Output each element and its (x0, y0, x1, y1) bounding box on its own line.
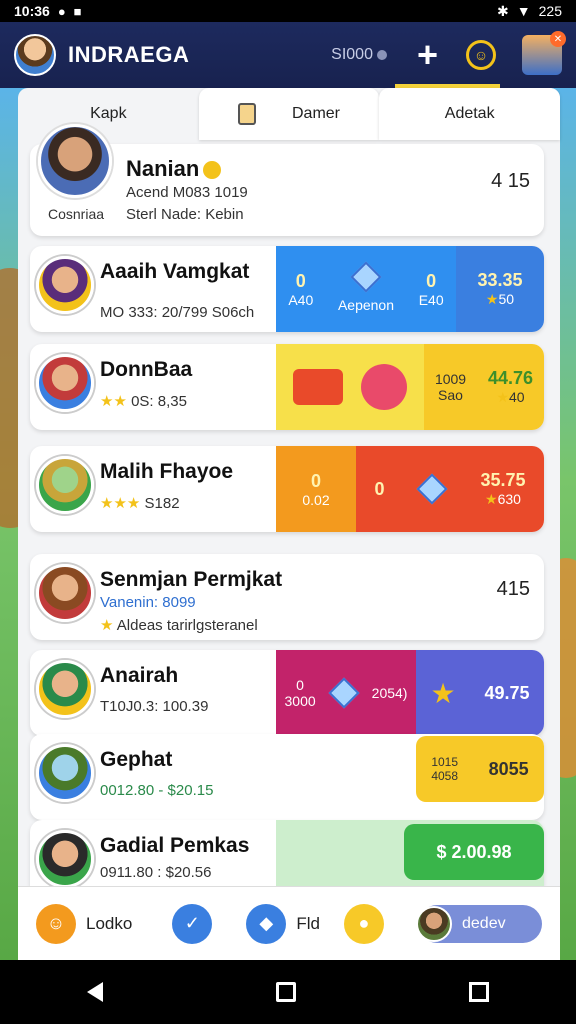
player-avatar (36, 256, 94, 314)
notification-icon: ● (57, 3, 66, 19)
tab-adetak[interactable]: Adetak (379, 88, 561, 140)
score-segment[interactable]: 1015 4058 8055 (416, 736, 544, 802)
score-segment[interactable]: 1009 Sao 44.76 ★40 (424, 344, 544, 430)
reward-segment[interactable] (276, 344, 424, 430)
avatar (416, 905, 452, 942)
bottom-label-1[interactable]: Lodko (86, 914, 132, 934)
bottom-label-2[interactable]: Fld (296, 914, 320, 934)
list-item[interactable]: Senmjan Permjkat Vanenin: 8099 ★ Aldeas … (30, 554, 544, 640)
player-stats: ★★ 0S: 8,35 (100, 393, 187, 410)
bottom-toolbar: ☺ Lodko ✓ ◆ Fld ● dedev (18, 886, 560, 960)
back-icon[interactable] (86, 982, 103, 1002)
list-item[interactable]: Gadial Pemkas 0911.80 : $20.56 $ 2.00.98 (30, 820, 544, 886)
star-icon: ★ (100, 617, 114, 634)
score-segment[interactable]: $ 2.00.98 (404, 824, 544, 880)
user-avatar[interactable] (14, 34, 56, 76)
coin-icon[interactable]: ● (343, 903, 384, 944)
player-status: Sterl Nade: Kebin (126, 206, 244, 223)
player-stats: Vanenin: 8099 (100, 594, 196, 611)
bluetooth-icon: ✱ (497, 2, 509, 19)
player-avatar (36, 564, 94, 622)
diamond-icon (416, 473, 449, 505)
gem-icon[interactable]: ◆ (246, 903, 287, 944)
list-item[interactable]: Malih Fhayoe ★★★ S182 0 0.02 0 35.75 ★630 (30, 446, 544, 532)
player-name: Nanian (126, 156, 222, 182)
status-time: 10:36 (14, 3, 50, 19)
player-avatar (36, 830, 94, 886)
current-player-card[interactable]: Nanian Acend M083 1019 Sterl Nade: Kebin… (30, 124, 544, 236)
player-name: Gephat (100, 748, 173, 771)
star-icon: ★★★ (100, 495, 141, 512)
list-item[interactable]: Gephat 0012.80 - $20.15 1015 4058 8055 (30, 734, 544, 820)
list-item[interactable]: Anairah T10J0.3: 100.39 0 3000 2054) ★ 49… (30, 650, 544, 736)
player-stats: 0911.80 : $20.56 (100, 864, 212, 881)
document-icon (238, 103, 256, 125)
player-name: DonnBaa (100, 358, 193, 381)
system-nav-bar (0, 960, 576, 1024)
coin-icon (376, 50, 387, 60)
player-name: Malih Fhayoe (100, 460, 234, 483)
player-name: Aaaih Vamgkat (100, 260, 250, 283)
player-avatar (36, 660, 94, 718)
player-avatar (36, 456, 94, 514)
character-icon (361, 364, 407, 410)
app-notification-icon: ■ (73, 3, 82, 19)
player-name: Senmjan Permjkat (100, 568, 283, 591)
battery-level: 225 (538, 3, 562, 19)
player-avatar (38, 124, 112, 198)
wifi-icon: ▼ (516, 3, 531, 19)
player-name: Anairah (100, 664, 179, 687)
player-score: 415 (496, 578, 530, 600)
smile-emoji-icon (203, 161, 222, 180)
player-detail: Acend M083 1019 (126, 184, 248, 201)
list-item[interactable]: Aaaih Vamgkat MO 333: 20/799 S06ch 0 A40 … (30, 246, 544, 332)
player-stats: ★★★ S182 (100, 495, 180, 512)
player-avatar (36, 354, 94, 412)
emoji-button[interactable]: ☺ (466, 40, 496, 70)
tab-damer[interactable]: Damer (198, 88, 380, 140)
player-name: Gadial Pemkas (100, 834, 250, 857)
app-header: INDRAEGA SI000 + ☺ ✕ (0, 22, 576, 88)
star-icon: ★ (485, 491, 498, 507)
player-stats: 0012.80 - $20.15 (100, 782, 214, 799)
add-button[interactable]: + (417, 37, 438, 73)
tab-kapk[interactable]: Kapk (18, 88, 199, 140)
star-icon: ★ (485, 291, 499, 307)
star-icon: ★ (430, 677, 456, 709)
reward-segment[interactable]: 0 3000 2054) (276, 650, 416, 736)
score-segment[interactable]: 0 35.75 ★630 (356, 446, 544, 532)
notification-badge-icon: ✕ (550, 31, 566, 47)
player-caption: Cosnriaa (48, 206, 105, 222)
star-icon: ★★ (100, 393, 127, 410)
score-segment[interactable]: ★ 49.75 (416, 650, 544, 736)
app-title: INDRAEGA (68, 42, 190, 67)
player-avatar (36, 744, 94, 802)
check-badge-icon[interactable]: ✓ (172, 903, 213, 944)
treasure-chest-icon (293, 369, 343, 405)
reward-segment[interactable]: 0 A40 Aepenon 0 E40 (276, 246, 456, 332)
diamond-icon (328, 677, 360, 709)
coin-amount: SI000 (331, 46, 373, 63)
score-segment[interactable]: 33.35 ★50 (456, 246, 544, 332)
status-bar: 10:36 ● ■ ✱ ▼ 225 (0, 0, 576, 22)
profile-button[interactable]: ✕ (522, 31, 566, 75)
coin-balance[interactable]: SI000 (331, 46, 387, 64)
player-stats: T10J0.3: 100.39 (100, 698, 209, 715)
player-score: 4 15 (491, 170, 530, 192)
player-achievement: ★ Aldeas tarirlgsteranel (100, 617, 258, 634)
player-stats: MO 333: 20/799 S06ch (100, 304, 255, 321)
recents-icon[interactable] (469, 982, 490, 1002)
profile-pill-button[interactable]: dedev (416, 904, 542, 943)
emoji-chat-icon[interactable]: ☺ (36, 903, 76, 944)
home-icon[interactable] (275, 982, 296, 1002)
star-icon: ★ (496, 389, 509, 405)
reward-segment[interactable]: 0 0.02 (276, 446, 356, 532)
diamond-icon (350, 260, 382, 293)
list-item[interactable]: DonnBaa ★★ 0S: 8,35 1009 Sao 44.76 ★40 (30, 344, 544, 430)
